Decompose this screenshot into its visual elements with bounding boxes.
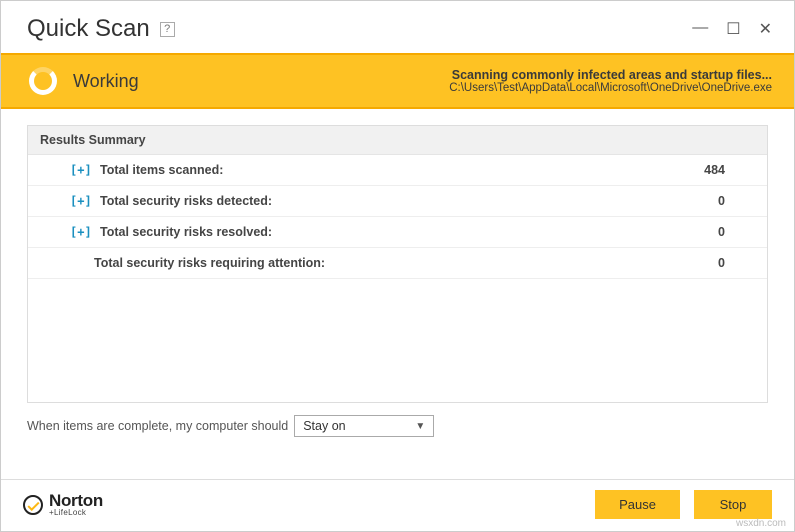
summary-row-risks-attention: Total security risks requiring attention… xyxy=(28,248,767,279)
scan-status-title: Scanning commonly infected areas and sta… xyxy=(449,68,772,82)
expand-icon[interactable]: [+] xyxy=(70,194,90,208)
post-scan-selected: Stay on xyxy=(303,419,345,433)
expand-icon[interactable]: [+] xyxy=(70,225,90,239)
post-scan-prompt: When items are complete, my computer sho… xyxy=(27,419,288,433)
help-icon[interactable]: ? xyxy=(160,22,175,37)
pause-button[interactable]: Pause xyxy=(595,490,680,519)
summary-label: Total items scanned: xyxy=(100,163,223,177)
page-title: Quick Scan xyxy=(27,15,150,43)
status-label: Working xyxy=(73,71,139,92)
summary-value: 0 xyxy=(718,225,755,239)
results-summary-panel: Results Summary [+] Total items scanned:… xyxy=(27,125,768,403)
spinner-icon xyxy=(29,67,57,95)
summary-row-risks-resolved: [+] Total security risks resolved: 0 xyxy=(28,217,767,248)
logo-main-text: Norton xyxy=(49,492,103,509)
summary-label: Total security risks resolved: xyxy=(100,225,272,239)
norton-logo: Norton +LifeLock xyxy=(23,492,103,517)
results-summary-header: Results Summary xyxy=(28,126,767,155)
summary-label: Total security risks requiring attention… xyxy=(94,256,325,270)
watermark: wsxdn.com xyxy=(736,518,786,529)
summary-value: 484 xyxy=(704,163,755,177)
chevron-down-icon: ▼ xyxy=(415,421,425,432)
summary-row-items-scanned: [+] Total items scanned: 484 xyxy=(28,155,767,186)
close-button[interactable]: ✕ xyxy=(759,19,772,39)
summary-value: 0 xyxy=(718,256,755,270)
checkmark-icon xyxy=(23,495,43,515)
expand-icon[interactable]: [+] xyxy=(70,163,90,177)
minimize-button[interactable]: — xyxy=(692,19,708,39)
stop-button[interactable]: Stop xyxy=(694,490,772,519)
summary-label: Total security risks detected: xyxy=(100,194,272,208)
status-banner: Working Scanning commonly infected areas… xyxy=(1,53,794,109)
summary-row-risks-detected: [+] Total security risks detected: 0 xyxy=(28,186,767,217)
logo-sub-text: +LifeLock xyxy=(49,509,103,517)
maximize-button[interactable]: ☐ xyxy=(726,19,740,39)
scan-current-file: C:\Users\Test\AppData\Local\Microsoft\On… xyxy=(449,82,772,94)
summary-value: 0 xyxy=(718,194,755,208)
post-scan-select[interactable]: Stay on ▼ xyxy=(294,415,434,437)
